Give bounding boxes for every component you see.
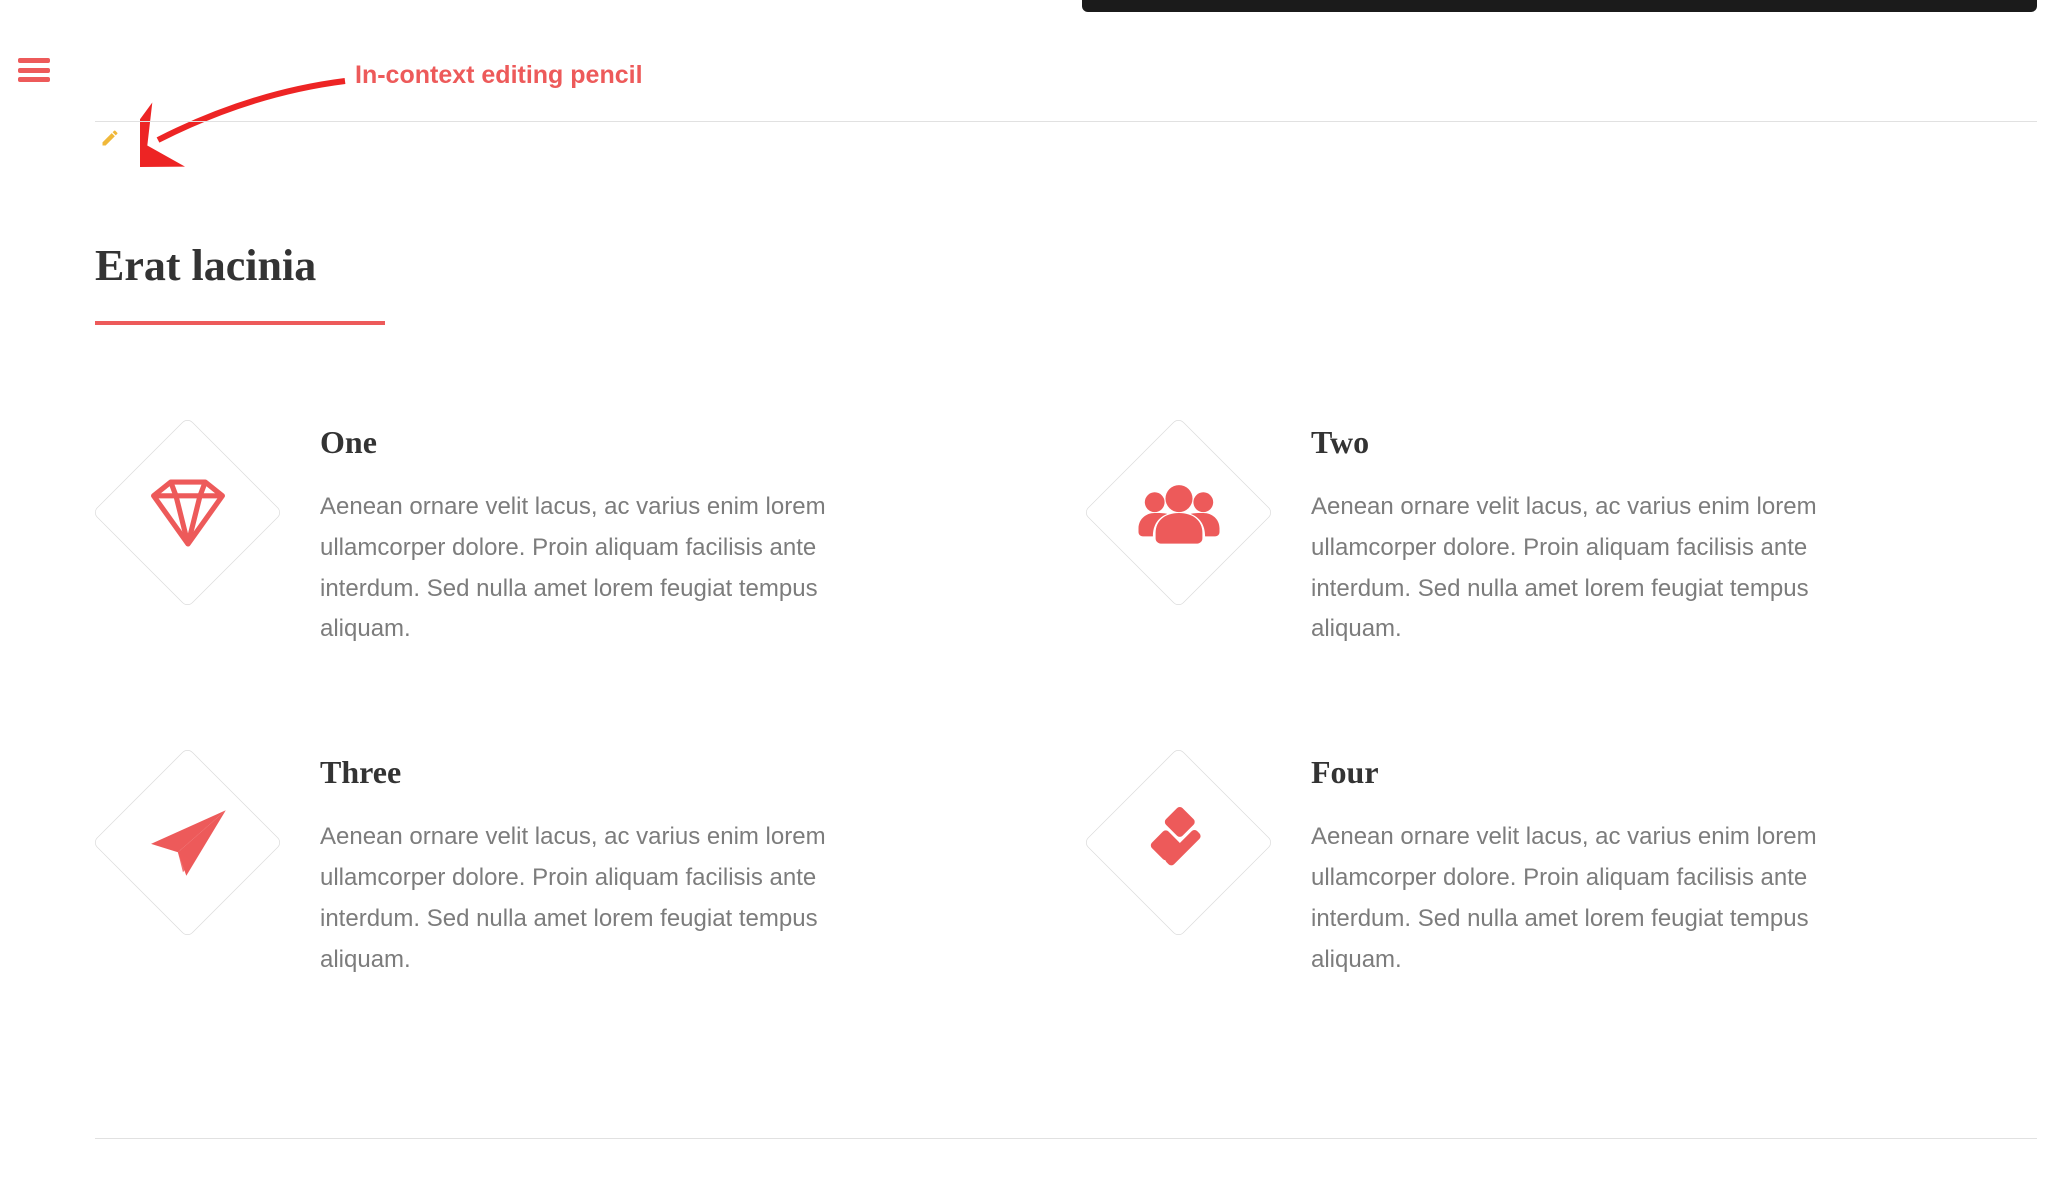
top-dark-bar [1082, 0, 2037, 12]
hamburger-bar [18, 68, 50, 73]
feature-item: One Aenean ornare velit lacus, ac varius… [95, 420, 1046, 650]
feature-title: Four [1311, 754, 2037, 791]
feature-desc: Aenean ornare velit lacus, ac varius eni… [320, 487, 880, 650]
features-grid: One Aenean ornare velit lacus, ac varius… [95, 420, 2037, 980]
feature-item: Four Aenean ornare velit lacus, ac variu… [1086, 750, 2037, 980]
feature-item: Two Aenean ornare velit lacus, ac varius… [1086, 420, 2037, 650]
feature-desc: Aenean ornare velit lacus, ac varius eni… [320, 817, 880, 980]
diamond-gem-icon [95, 420, 280, 605]
feature-title: One [320, 424, 1046, 461]
feature-item: Three Aenean ornare velit lacus, ac vari… [95, 750, 1046, 980]
annotation-arrow: In-context editing pencil [140, 45, 700, 165]
section-divider-bottom [95, 1138, 2037, 1139]
hamburger-bar [18, 77, 50, 82]
edit-pencil-button[interactable] [100, 128, 120, 148]
annotation-label: In-context editing pencil [355, 61, 643, 90]
feature-icon-frame [1086, 750, 1271, 935]
paper-plane-icon [95, 750, 280, 935]
title-underline [95, 321, 385, 325]
feature-desc: Aenean ornare velit lacus, ac varius eni… [1311, 487, 1871, 650]
feature-icon-frame [95, 750, 280, 935]
feature-icon-frame [95, 420, 280, 605]
section-header: Erat lacinia [95, 240, 2037, 325]
hamburger-menu-button[interactable] [18, 58, 50, 82]
section-title: Erat lacinia [95, 240, 2037, 291]
hamburger-bar [18, 58, 50, 63]
feature-desc: Aenean ornare velit lacus, ac varius eni… [1311, 817, 1871, 980]
feature-title: Two [1311, 424, 2037, 461]
feature-title: Three [320, 754, 1046, 791]
gavel-icon [1086, 750, 1271, 935]
users-icon [1086, 420, 1271, 605]
section-divider-top [95, 121, 2037, 122]
feature-icon-frame [1086, 420, 1271, 605]
